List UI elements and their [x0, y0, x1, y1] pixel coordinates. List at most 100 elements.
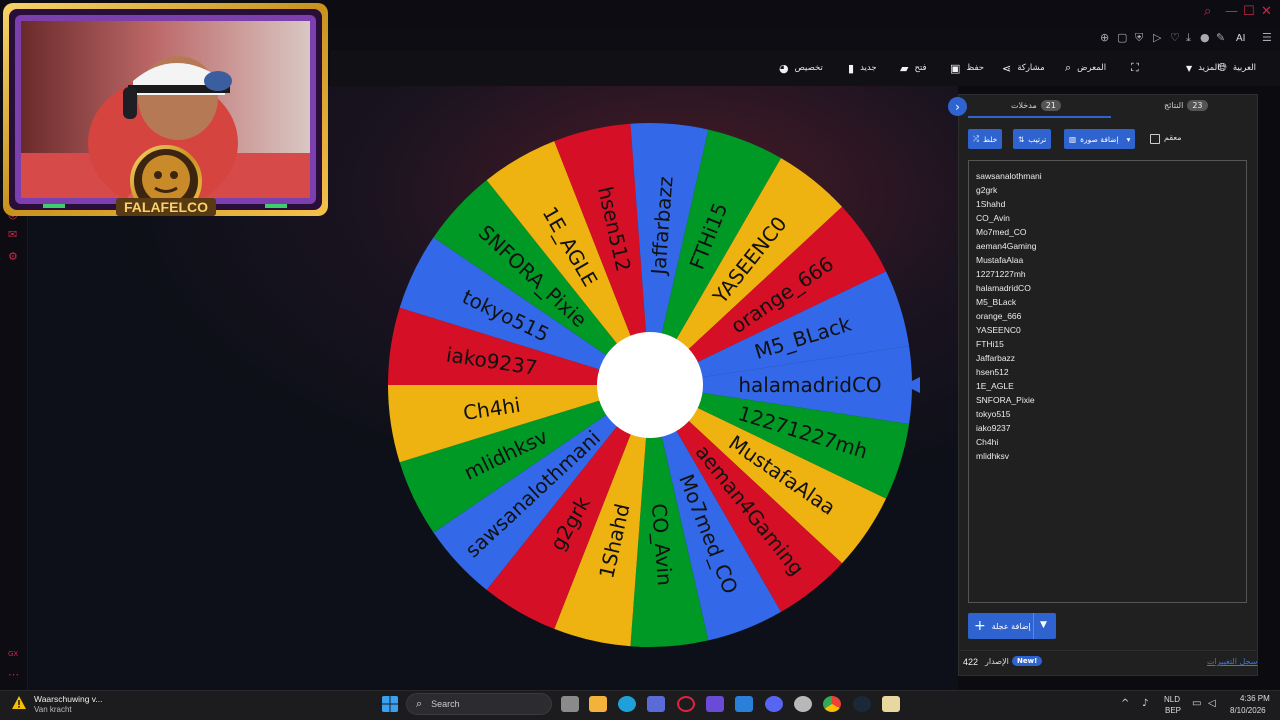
open-button[interactable]: ▰ فتح [900, 60, 927, 76]
entry-line: M5_BLack [976, 297, 1017, 307]
profile-icon[interactable]: ● [1200, 31, 1210, 44]
plus-icon: + [974, 618, 986, 634]
notepad-icon[interactable] [882, 696, 900, 712]
opera-gx-icon[interactable] [677, 696, 695, 712]
settings-app-icon[interactable] [794, 696, 812, 712]
entry-line: 1Shahd [976, 199, 1006, 209]
app-icon[interactable] [735, 696, 753, 712]
pin-icon[interactable]: ⊕ [1100, 31, 1109, 44]
more-button[interactable]: ▼ المزيد [1186, 60, 1220, 76]
fullscreen-icon: ⛶ [1131, 61, 1139, 74]
language-button[interactable]: 🌐︎ العربية [1218, 60, 1256, 76]
folder-icon: ▰ [900, 61, 909, 75]
menu-icon[interactable]: ☰ [1262, 31, 1272, 44]
changelog-link[interactable]: سجل التغييرات [1207, 657, 1257, 666]
language-bottom: BEP [1165, 706, 1182, 715]
entry-line: sawsanalothmani [976, 171, 1042, 181]
results-count-badge: 23 [1187, 100, 1208, 111]
task-view-icon[interactable] [561, 696, 579, 712]
entry-line: hsen512 [976, 367, 1009, 377]
entry-line: 1E_AGLE [976, 381, 1014, 391]
entry-line: 12271227mh [976, 269, 1026, 279]
palette-icon: ◕ [779, 61, 789, 75]
discord-icon[interactable] [765, 696, 783, 712]
wheel-segment-label: halamadridCO [738, 373, 881, 397]
entry-line: Ch4hi [976, 437, 999, 447]
active-tab-indicator [968, 116, 1111, 118]
sort-icon: ⇅ [1018, 134, 1025, 144]
weather-warning-subtitle: Van kracht [34, 705, 72, 714]
share-icon: ⋖ [1002, 61, 1012, 75]
entries-count-badge: 21 [1040, 100, 1061, 111]
add-wheel-button[interactable]: + إضافة عجلة ▼ [968, 613, 1056, 639]
steam-icon[interactable] [853, 696, 871, 712]
sidebar-ic2-icon[interactable]: ✉ [8, 228, 17, 241]
entry-line: SNFORA_Pixie [976, 395, 1035, 405]
entry-line: YASEENC0 [976, 325, 1021, 335]
new-badge: New! [1012, 656, 1043, 666]
entry-line: FTHi15 [976, 339, 1004, 349]
spin-wheel[interactable]: halamadridCO12271227mhMustafaAlaaaeman4G… [380, 115, 920, 655]
minimize-icon[interactable]: — [1225, 4, 1238, 19]
webcam-overlay: FALAFELCO [3, 3, 328, 216]
sort-button[interactable]: ⇅ ترتيب [1013, 129, 1052, 149]
language-top[interactable]: NLD [1164, 695, 1180, 704]
advanced-checkbox[interactable] [1150, 134, 1160, 144]
tab-results[interactable]: النتائج 23 [1164, 100, 1208, 111]
add-wheel-dropdown-icon[interactable]: ▼ [1040, 620, 1047, 630]
chrome-icon[interactable] [823, 696, 841, 712]
fullscreen-button[interactable]: ⛶ [1131, 60, 1139, 76]
ai-button[interactable]: AI [1236, 33, 1245, 44]
shuffle-icon: ⤮ [973, 134, 979, 143]
clock-time[interactable]: 4:36 PM [1240, 694, 1270, 703]
entry-line: Mo7med_CO [976, 227, 1027, 237]
clock-date: 8/10/2026 [1230, 706, 1266, 715]
image-icon: ▨ [1069, 134, 1077, 144]
network-icon[interactable]: ▭ [1192, 698, 1201, 709]
entry-line: iako9237 [976, 423, 1011, 433]
gx-icon[interactable]: GX [8, 650, 18, 658]
warning-icon[interactable] [11, 695, 27, 711]
edge-icon[interactable] [618, 696, 636, 712]
more-dots-icon[interactable]: ⋯ [8, 668, 19, 681]
share-button[interactable]: ⋖ مشاركة [1002, 60, 1045, 76]
heart-icon[interactable]: ♡ [1170, 31, 1180, 44]
browser-search-icon[interactable]: ⌕ [1204, 4, 1211, 19]
advanced-label: معقم [1164, 133, 1182, 142]
settings-icon[interactable]: ⚙ [8, 250, 18, 263]
collapse-panel-button[interactable]: › [948, 97, 967, 116]
shuffle-button[interactable]: ⤮ خلط [968, 129, 1003, 149]
extension-icon[interactable]: ✎ [1216, 31, 1225, 44]
entry-line: mlidhksv [976, 451, 1010, 461]
chevron-right-icon: › [955, 99, 960, 114]
entries-textarea[interactable]: sawsanalothmani g2grk 1Shahd CO_Avin Mo7med_… [968, 160, 1247, 603]
taskbar-search[interactable]: ⌕ Search [406, 693, 552, 715]
entry-line: MustafaAlaa [976, 255, 1024, 265]
add-image-button[interactable]: ▨ إضافة صورة ▾ [1064, 129, 1136, 149]
volume-icon[interactable]: ◁ [1208, 698, 1216, 709]
entry-line: CO_Avin [976, 213, 1010, 223]
file-explorer-icon[interactable] [589, 696, 607, 712]
play-icon[interactable]: ▷ [1153, 31, 1161, 44]
maximize-icon[interactable]: ☐ [1243, 4, 1255, 19]
download-icon[interactable]: ⤓ [1186, 31, 1191, 45]
shield-icon[interactable]: ⛨ [1135, 31, 1143, 45]
store-icon[interactable] [647, 696, 665, 712]
tray-chevron-icon[interactable]: ^ [1121, 698, 1129, 709]
taskbar [0, 690, 1280, 720]
new-button[interactable]: ▮ جديد [848, 60, 877, 76]
customize-button[interactable]: ◕ تخصيص [779, 60, 823, 76]
wheel-center[interactable] [597, 332, 703, 438]
media-icon[interactable] [706, 696, 724, 712]
entry-line: g2grk [976, 185, 998, 195]
microphone-icon[interactable]: ♪ [1142, 698, 1148, 709]
start-icon[interactable] [381, 696, 399, 712]
search-icon: ⌕ [416, 697, 423, 710]
close-icon[interactable]: ✕ [1261, 4, 1272, 19]
caret-down-icon: ▾ [1126, 134, 1131, 144]
save-button[interactable]: ▣ حفظ [950, 60, 984, 76]
weather-warning-title[interactable]: Waarschuwing v... [34, 694, 103, 704]
screenshot-icon[interactable]: ▢ [1117, 31, 1127, 44]
gallery-button[interactable]: ⌕ المعرض [1065, 60, 1106, 76]
tab-entries[interactable]: مدخلات 21 [1011, 100, 1061, 111]
